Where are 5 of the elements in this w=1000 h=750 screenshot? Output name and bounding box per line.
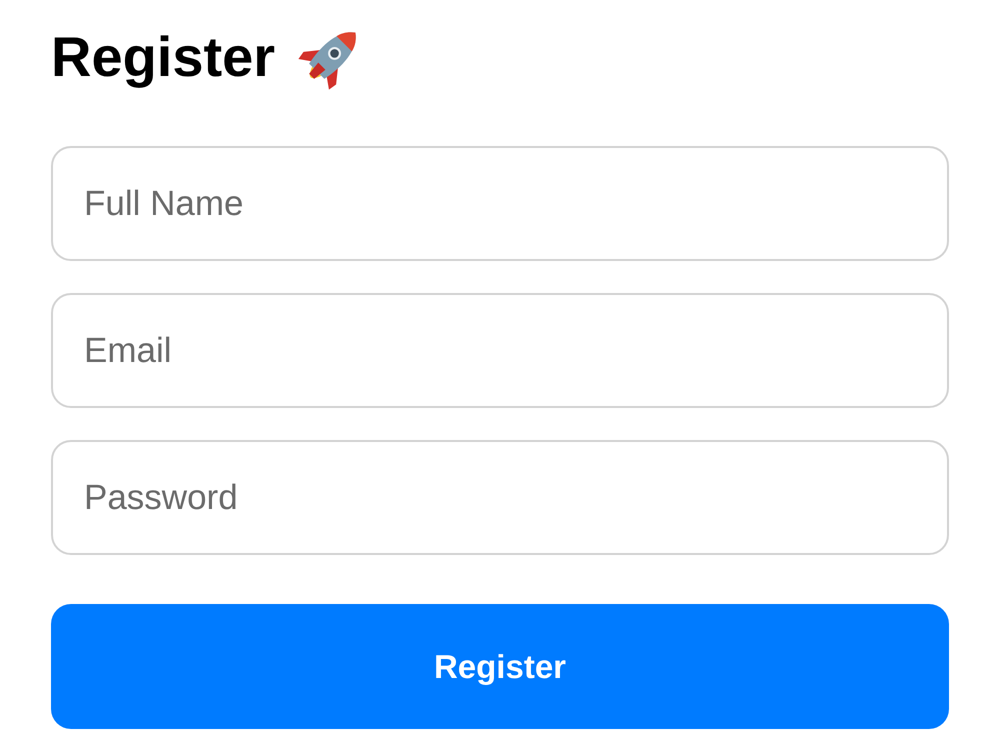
register-button[interactable]: Register — [51, 604, 949, 729]
input-field[interactable]: Password — [51, 440, 949, 555]
input-field[interactable]: Full Name — [51, 146, 949, 261]
page-title: Register — [51, 24, 276, 90]
input-field[interactable]: Email — [51, 293, 949, 408]
